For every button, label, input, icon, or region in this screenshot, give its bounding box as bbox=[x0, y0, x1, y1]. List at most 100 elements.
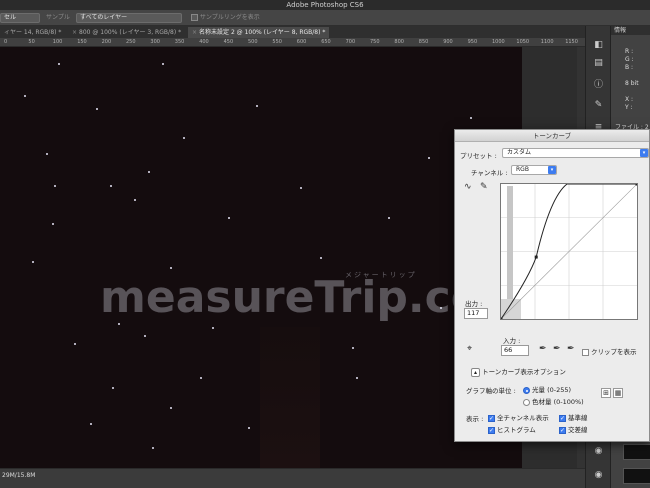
star bbox=[212, 327, 214, 329]
star bbox=[352, 347, 354, 349]
star bbox=[228, 217, 230, 219]
star bbox=[300, 187, 302, 189]
show-baseline-checkbox[interactable]: ✓ bbox=[559, 414, 566, 422]
ruler-tick-label: 350 bbox=[174, 39, 185, 45]
close-icon[interactable]: × bbox=[72, 29, 77, 36]
star bbox=[74, 343, 76, 345]
eye-icon[interactable]: ◉ bbox=[592, 446, 605, 457]
dialog-title[interactable]: トーンカーブ bbox=[455, 130, 649, 142]
ruler-tick-label: 1000 bbox=[492, 39, 505, 45]
input-field[interactable]: 66 bbox=[501, 345, 529, 356]
unit-light-radio[interactable] bbox=[523, 386, 530, 394]
tab-label: 800 @ 100% (レイヤー 3, RGB/8) * bbox=[79, 29, 182, 36]
white-eyedropper-icon[interactable]: ✒ bbox=[567, 344, 575, 354]
horizontal-ruler: 0 50 100 150 200 250 300 350 400 450 500 550 600 650 7… bbox=[0, 38, 585, 47]
app-title-bar: Adobe Photoshop CS6 bbox=[0, 0, 650, 10]
star bbox=[388, 217, 390, 219]
sample-size-select[interactable]: セル bbox=[0, 13, 40, 23]
grid-4-icon[interactable]: ⊞ bbox=[601, 388, 611, 398]
sampling-ring-checkbox[interactable] bbox=[191, 14, 198, 21]
display-options-label: トーンカーブ表示オプション bbox=[482, 368, 566, 376]
show-intersection-checkbox[interactable]: ✓ bbox=[559, 426, 566, 434]
pencil-icon[interactable]: ✎ bbox=[480, 182, 488, 192]
sample-layer-select[interactable]: すべてのレイヤー bbox=[76, 13, 182, 23]
ruler-tick-label: 0 bbox=[4, 39, 8, 45]
star bbox=[144, 335, 146, 337]
channel-value: RGB bbox=[516, 166, 529, 173]
info-panel-header[interactable]: 情報 bbox=[611, 26, 650, 35]
output-field[interactable]: 117 bbox=[464, 308, 488, 319]
document-canvas[interactable]: measureTrip.com メジャートリップ bbox=[0, 47, 527, 468]
sample-size-value: セル bbox=[4, 14, 17, 21]
ruler-tick-label: 400 bbox=[199, 39, 209, 45]
tab-doc-2[interactable]: × 800 @ 100% (レイヤー 3, RGB/8) * bbox=[68, 27, 185, 38]
clip-label: クリップを表示 bbox=[591, 348, 637, 356]
tab-doc-3[interactable]: × 名称未設定 2 @ 100% (レイヤー 8, RGB/8) * bbox=[188, 27, 330, 38]
close-icon[interactable]: × bbox=[192, 29, 197, 36]
star bbox=[58, 63, 60, 65]
eye-icon[interactable]: ◉ bbox=[592, 470, 605, 481]
ruler-tick-label: 650 bbox=[321, 39, 331, 45]
star bbox=[134, 199, 136, 201]
unit-light-option[interactable]: 光量 (0-255) bbox=[523, 384, 571, 394]
brush-icon[interactable]: ✎ bbox=[592, 100, 605, 111]
info-r: R : bbox=[625, 48, 634, 55]
star bbox=[118, 323, 120, 325]
info-icon[interactable]: ⓘ bbox=[592, 80, 605, 91]
star bbox=[112, 387, 114, 389]
layer-thumbnail[interactable] bbox=[623, 468, 650, 484]
curve-point bbox=[499, 317, 503, 321]
target-adjust-icon[interactable]: ⌖ bbox=[467, 344, 472, 354]
unit-label: グラフ軸の単位 : bbox=[466, 387, 516, 395]
show-all-channels-option[interactable]: ✓ 全チャンネル表示 bbox=[488, 412, 549, 422]
show-baseline-label: 基準線 bbox=[568, 414, 588, 422]
star bbox=[148, 171, 150, 173]
show-histogram-checkbox[interactable]: ✓ bbox=[488, 426, 495, 434]
star bbox=[428, 157, 430, 159]
sampling-ring-label: サンプルリングを表示 bbox=[199, 14, 260, 21]
chevron-down-icon: ▾ bbox=[548, 166, 556, 174]
preset-value: カスタム bbox=[507, 149, 532, 156]
ruler-tick-label: 150 bbox=[77, 39, 87, 45]
display-options-toggle[interactable]: ▴ トーンカーブ表示オプション bbox=[471, 366, 566, 377]
info-b: B : bbox=[625, 64, 634, 71]
clip-option[interactable]: クリップを表示 bbox=[582, 346, 637, 356]
sampling-ring-option[interactable]: サンプルリングを表示 bbox=[191, 13, 260, 23]
clip-checkbox[interactable] bbox=[582, 348, 589, 356]
layer-thumbnail[interactable] bbox=[623, 444, 650, 460]
curve-plot[interactable] bbox=[499, 182, 639, 321]
adjust-icon[interactable]: ◧ bbox=[592, 40, 605, 51]
show-baseline-option[interactable]: ✓ 基準線 bbox=[559, 412, 588, 422]
ruler-tick-label: 800 bbox=[394, 39, 404, 45]
channel-select[interactable]: RGB ▾ bbox=[511, 165, 557, 175]
black-eyedropper-icon[interactable]: ✒ bbox=[539, 344, 547, 354]
show-intersection-option[interactable]: ✓ 交差線 bbox=[559, 424, 588, 434]
show-histogram-option[interactable]: ✓ ヒストグラム bbox=[488, 424, 536, 434]
star bbox=[110, 185, 112, 187]
dark-silhouette bbox=[260, 327, 320, 468]
curve-graph[interactable] bbox=[499, 182, 639, 321]
star bbox=[46, 153, 48, 155]
star bbox=[320, 257, 322, 259]
document-tabs: ィヤー 14, RGB/8) * × 800 @ 100% (レイヤー 3, RG… bbox=[0, 26, 585, 38]
show-all-channels-label: 全チャンネル表示 bbox=[497, 414, 549, 422]
options-bar: セル サンプル すべてのレイヤー サンプルリングを表示 bbox=[0, 10, 650, 26]
tab-doc-1[interactable]: ィヤー 14, RGB/8) * bbox=[0, 27, 65, 38]
gray-eyedropper-icon[interactable]: ✒ bbox=[553, 344, 561, 354]
preset-select[interactable]: カスタム ▾ bbox=[502, 148, 649, 158]
unit-pigment-option[interactable]: 色材量 (0-100%) bbox=[523, 396, 584, 406]
channel-label: チャンネル : bbox=[471, 169, 508, 177]
show-histogram-label: ヒストグラム bbox=[497, 426, 536, 434]
input-label: 入力 : bbox=[503, 337, 521, 345]
ruler-tick-label: 300 bbox=[150, 39, 160, 45]
histogram-icon[interactable]: ▤ bbox=[592, 58, 605, 69]
info-x: X : bbox=[625, 96, 634, 103]
star bbox=[183, 137, 185, 139]
unit-pigment-radio[interactable] bbox=[523, 398, 530, 406]
grid-10-icon[interactable]: ▦ bbox=[613, 388, 623, 398]
curve-tool-icon[interactable]: ∿ bbox=[464, 182, 472, 192]
collapse-icon[interactable]: ▴ bbox=[471, 367, 480, 377]
ruler-tick-label: 850 bbox=[418, 39, 429, 45]
ruler-tick-label: 200 bbox=[101, 39, 112, 45]
show-all-channels-checkbox[interactable]: ✓ bbox=[488, 414, 495, 422]
